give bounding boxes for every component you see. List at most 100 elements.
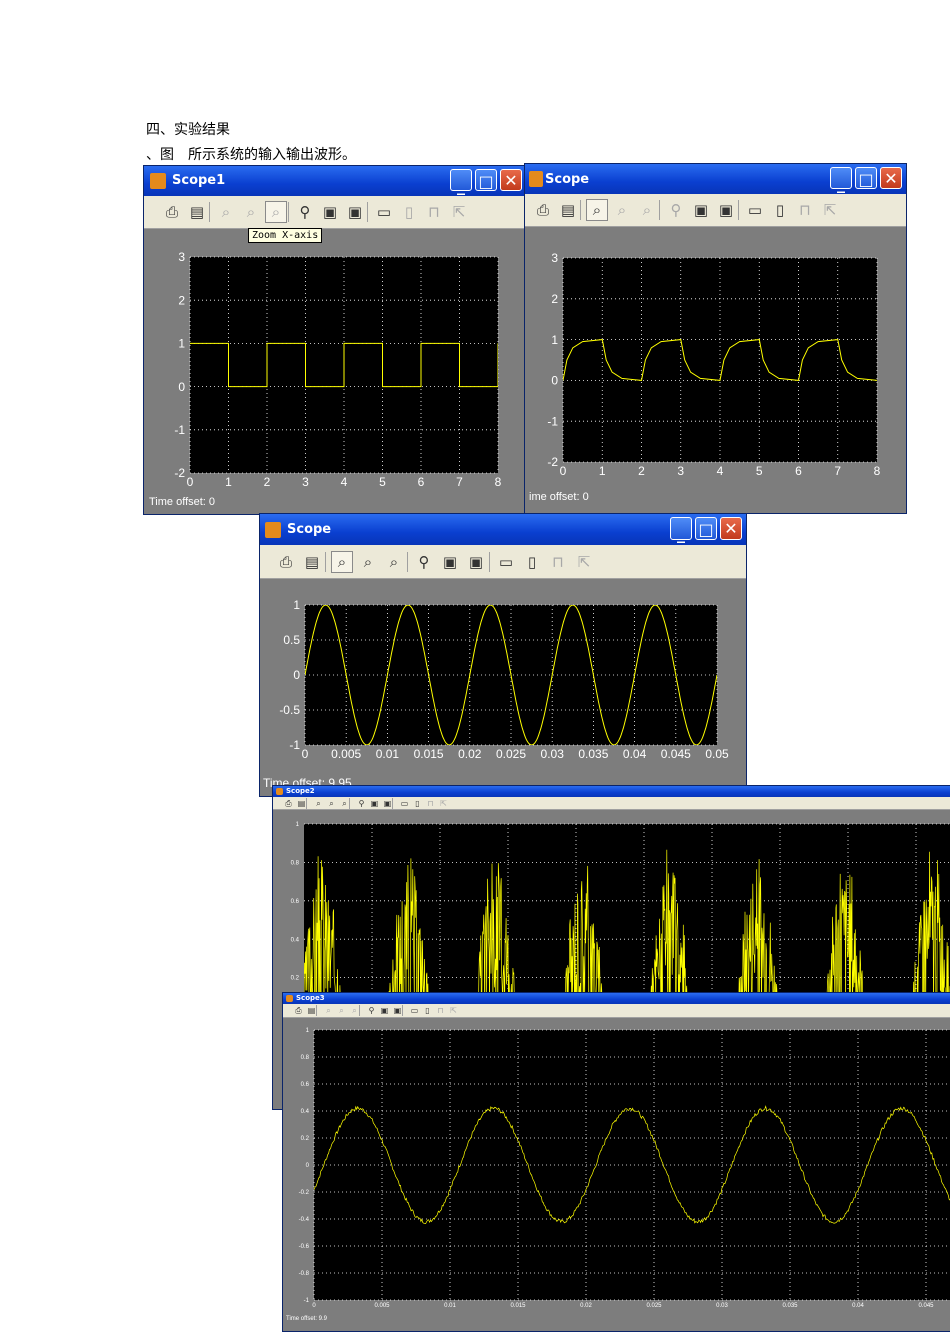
params-button[interactable]: ▭ [496, 552, 516, 572]
title-bar[interactable]: Scope2 [273, 786, 950, 797]
y-tick-label: 1 [293, 598, 300, 612]
maximize-button[interactable]: □ [695, 517, 717, 540]
toolbar: ⎙ ▤ ⌕ ⌕ ⌕ ⚲ ▣ ▣ ▭ ▯ ⊓ ⇱ [525, 194, 906, 227]
select-button[interactable]: ⇱ [449, 202, 469, 222]
save-axes-button[interactable]: ▣ [320, 202, 340, 222]
x-tick-label: 0.04 [623, 747, 647, 761]
print-fig-button[interactable]: ▤ [187, 202, 207, 222]
print-fig-icon: ▤ [189, 203, 205, 221]
time-offset: Time offset: 9.9 [286, 1316, 328, 1322]
autoscale-button[interactable]: ⚲ [414, 552, 434, 572]
title-bar[interactable]: Scope _ □ ✕ [260, 514, 746, 545]
restore-axes-icon: ▣ [468, 553, 484, 571]
zoom-x-button[interactable]: ⌕ [336, 1005, 347, 1016]
zoom-button[interactable]: ⌕ [313, 798, 324, 809]
toolbar-separator [306, 798, 307, 809]
zoom-x-button[interactable]: ⌕ [241, 202, 261, 222]
x-tick-label: 0.045 [661, 747, 691, 761]
minimize-button[interactable]: _ [670, 517, 692, 543]
select-button[interactable]: ⇱ [820, 200, 840, 220]
restore-axes-button[interactable]: ▣ [466, 552, 486, 572]
save-axes-button[interactable]: ▣ [379, 1005, 390, 1016]
lock-button[interactable]: ⊓ [795, 200, 815, 220]
zoom-x-button[interactable]: ⌕ [358, 552, 378, 572]
scope-window-1[interactable]: Scope _ □ ✕ ⎙ ▤ ⌕ ⌕ ⌕ ⚲ ▣ ▣ ▭ ▯ ⊓ ⇱ -2 -1 0 1 2 3 0 1 2 3 4 5 6… [524, 163, 907, 514]
zoom-y-button[interactable]: ⌕ [265, 201, 287, 223]
lock-button[interactable]: ⊓ [425, 798, 436, 809]
print-fig-button[interactable]: ▤ [302, 552, 322, 572]
select-button[interactable]: ⇱ [438, 798, 449, 809]
print-button[interactable]: ⎙ [162, 202, 182, 222]
autoscale-button[interactable]: ⚲ [366, 1005, 377, 1016]
scope-window-2[interactable]: Scope _ □ ✕ ⎙ ▤ ⌕ ⌕ ⌕ ⚲ ▣ ▣ ▭ ▯ ⊓ ⇱ -1 -0.5 0 0.5 1 0 0.0… [259, 513, 747, 797]
toolbar-separator [316, 1005, 317, 1016]
params-button[interactable]: ▭ [399, 798, 410, 809]
zoom-button[interactable]: ⌕ [331, 551, 353, 573]
x-tick-label: 0 [302, 747, 309, 761]
y-tick-label: 2 [551, 292, 558, 306]
window-title: Scope3 [296, 994, 325, 1002]
save-axes-button[interactable]: ▣ [691, 200, 711, 220]
params-button[interactable]: ▭ [745, 200, 765, 220]
title-bar[interactable]: Scope _ □ ✕ [525, 164, 906, 194]
scope3-window[interactable]: Scope3 ⎙ ▤ ⌕ ⌕ ⌕ ⚲ ▣ ▣ ▭ ▯ ⊓ ⇱ -1 -0.8 -0.6 -0.4 -0.2 0 0… [282, 992, 950, 1332]
x-tick-label: 0.045 [918, 1303, 934, 1309]
close-button[interactable]: ✕ [720, 517, 742, 540]
toolbar: ⎙ ▤ ⌕ ⌕ ⌕ ⚲ ▣ ▣ ▭ ▯ ⊓ ⇱ [144, 196, 525, 229]
maximize-button[interactable]: □ [855, 167, 877, 189]
print-button[interactable]: ⎙ [293, 1005, 304, 1016]
toolbar-separator [659, 200, 660, 220]
print-icon: ⎙ [295, 1006, 302, 1015]
zoom-y-icon: ⌕ [642, 201, 652, 219]
float-button[interactable]: ▯ [412, 798, 423, 809]
float-button[interactable]: ▯ [522, 552, 542, 572]
float-icon: ▯ [404, 203, 414, 221]
chart-svg: -1 -0.5 0 0.5 1 0 0.005 0.01 0.015 0.02 0.025 0.03 0… [279, 598, 729, 761]
print-button[interactable]: ⎙ [283, 798, 294, 809]
autoscale-button[interactable]: ⚲ [356, 798, 367, 809]
zoom-button[interactable]: ⌕ [216, 202, 236, 222]
y-tick-label: -0.8 [299, 1271, 310, 1277]
y-tick-label: 0 [551, 374, 558, 388]
zoom-y-icon: ⌕ [389, 553, 399, 571]
zoom-button[interactable]: ⌕ [586, 199, 608, 221]
save-axes-button[interactable]: ▣ [440, 552, 460, 572]
x-tick-label: 6 [418, 475, 425, 489]
zoom-x-button[interactable]: ⌕ [326, 798, 337, 809]
maximize-button[interactable]: □ [475, 169, 497, 191]
float-icon: ▯ [415, 799, 420, 808]
select-button[interactable]: ⇱ [448, 1005, 459, 1016]
autoscale-button[interactable]: ⚲ [295, 202, 315, 222]
zoom-x-tooltip: Zoom X-axis [248, 228, 323, 243]
toolbar-separator [580, 200, 581, 220]
select-button[interactable]: ⇱ [574, 552, 594, 572]
minimize-button[interactable]: _ [830, 167, 852, 193]
autoscale-button[interactable]: ⚲ [666, 200, 686, 220]
minimize-button[interactable]: _ [450, 169, 472, 195]
close-button[interactable]: ✕ [500, 169, 522, 191]
lock-button[interactable]: ⊓ [424, 202, 444, 222]
restore-axes-button[interactable]: ▣ [716, 200, 736, 220]
lock-button[interactable]: ⊓ [435, 1005, 446, 1016]
print-fig-button[interactable]: ▤ [558, 200, 578, 220]
zoom-y-button[interactable]: ⌕ [637, 200, 657, 220]
zoom-y-button[interactable]: ⌕ [384, 552, 404, 572]
title-bar[interactable]: Scope1 _ □ ✕ [144, 166, 525, 196]
lock-button[interactable]: ⊓ [548, 552, 568, 572]
float-button[interactable]: ▯ [399, 202, 419, 222]
restore-axes-button[interactable]: ▣ [345, 202, 365, 222]
float-button[interactable]: ▯ [422, 1005, 433, 1016]
save-axes-button[interactable]: ▣ [369, 798, 380, 809]
toolbar-separator [367, 202, 368, 222]
title-bar[interactable]: Scope3 [283, 993, 950, 1004]
zoom-x-button[interactable]: ⌕ [612, 200, 632, 220]
x-tick-label: 0.015 [510, 1303, 526, 1309]
float-button[interactable]: ▯ [770, 200, 790, 220]
print-button[interactable]: ⎙ [533, 200, 553, 220]
zoom-button[interactable]: ⌕ [323, 1005, 334, 1016]
close-button[interactable]: ✕ [880, 167, 902, 189]
params-button[interactable]: ▭ [374, 202, 394, 222]
print-button[interactable]: ⎙ [276, 552, 296, 572]
scope1-window[interactable]: Scope1 _ □ ✕ ⎙ ▤ ⌕ ⌕ ⌕ ⚲ ▣ ▣ ▭ ▯ ⊓ ⇱ -2 -1 0 1 2 3 0 1 2 3 4 5… [143, 165, 526, 515]
params-button[interactable]: ▭ [409, 1005, 420, 1016]
